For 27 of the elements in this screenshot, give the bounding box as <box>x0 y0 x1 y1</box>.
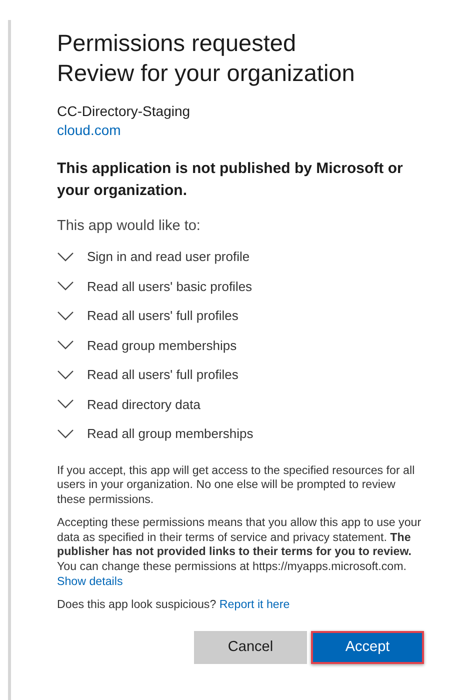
notice-paragraph: Does this app look suspicious? Report it here <box>57 598 291 613</box>
text-link[interactable]: Show details <box>57 574 123 588</box>
cancel-button[interactable]: Cancel <box>194 630 307 664</box>
publisher-domain-link[interactable]: cloud.com <box>57 121 121 140</box>
permission-label: Read directory data <box>87 396 200 412</box>
chevron-down-icon[interactable] <box>57 310 74 321</box>
notice-paragraph: If you accept, this app will get access to the specified resources for all users in your organization. No one else will be prompted to review these permissions. <box>57 464 416 508</box>
app-name: CC-Directory-Staging <box>57 102 192 121</box>
chevron-down-icon[interactable] <box>57 428 74 439</box>
chevron-down-icon[interactable] <box>57 370 74 380</box>
permission-label: Read all group memberships <box>87 426 254 442</box>
publisher-warning: This application is not published by Microsoft or your organization. <box>57 159 404 201</box>
chevron-down-icon[interactable] <box>57 252 74 262</box>
notice-paragraph: Accepting these permissions means that you allow this app to use your data as specified in their terms of service and privacy statement. The publisher has not provided links to their terms for you to review. You can change these permissions at https://myapps.microsoft.com. Show details <box>57 516 422 590</box>
permission-label: Read all users' full profiles <box>87 367 238 382</box>
chevron-down-icon[interactable] <box>57 281 74 292</box>
chevron-down-icon[interactable] <box>57 399 74 410</box>
permission-label: Read group memberships <box>87 338 237 353</box>
permissions-intro: This app would like to: <box>57 217 202 236</box>
text-link[interactable]: Report it here <box>219 598 290 612</box>
accept-button[interactable]: Accept <box>311 630 424 664</box>
permission-label: Sign in and read user profile <box>87 249 250 264</box>
permission-label: Read all users' full profiles <box>87 308 238 324</box>
dialog-title: Review for your organization <box>57 59 356 88</box>
chevron-down-icon[interactable] <box>57 340 74 350</box>
permission-label: Read all users' basic profiles <box>87 278 252 294</box>
dialog-title: Permissions requested <box>57 29 298 58</box>
